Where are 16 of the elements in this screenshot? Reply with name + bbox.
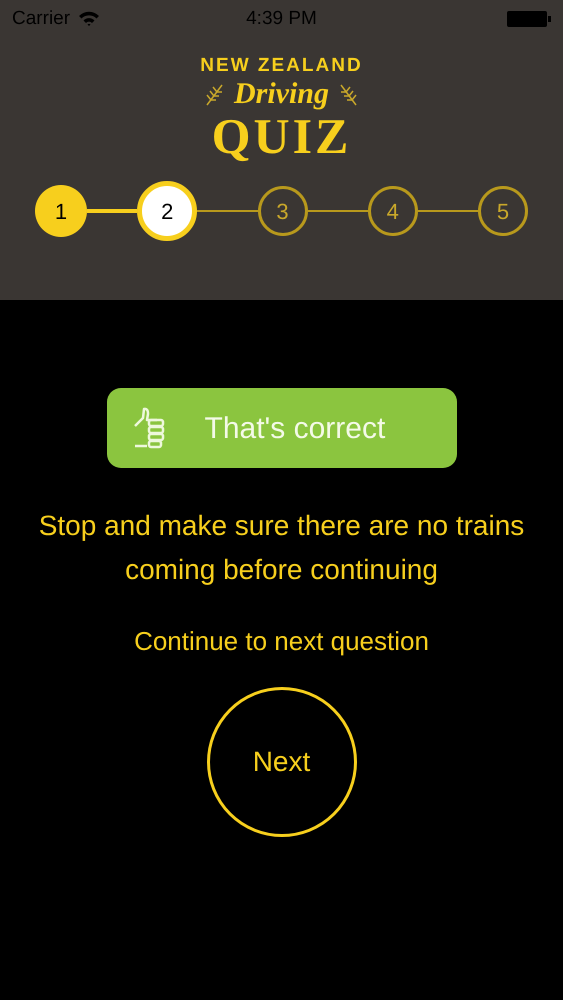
prompt-text: Continue to next question: [134, 625, 429, 658]
explanation-text: Stop and make sure there are no trains coming before continuing: [38, 509, 526, 587]
step-indicator: 3: [258, 186, 308, 236]
logo-script: Driving: [234, 79, 329, 109]
step-indicator: 1: [35, 185, 87, 237]
result-label: That's correct: [204, 410, 386, 446]
clock-label: 4:39 PM: [246, 6, 317, 31]
step-indicator: 5: [478, 186, 528, 236]
next-button[interactable]: Next: [206, 687, 356, 837]
logo-subtitle: NEW ZEALAND: [200, 56, 363, 75]
step-indicator: 4: [368, 186, 418, 236]
carrier-label: Carrier: [12, 6, 70, 31]
wifi-icon: [78, 11, 100, 27]
battery-icon: [507, 10, 551, 28]
step-indicator: 2: [137, 181, 198, 241]
logo-title: QUIZ: [212, 111, 352, 161]
